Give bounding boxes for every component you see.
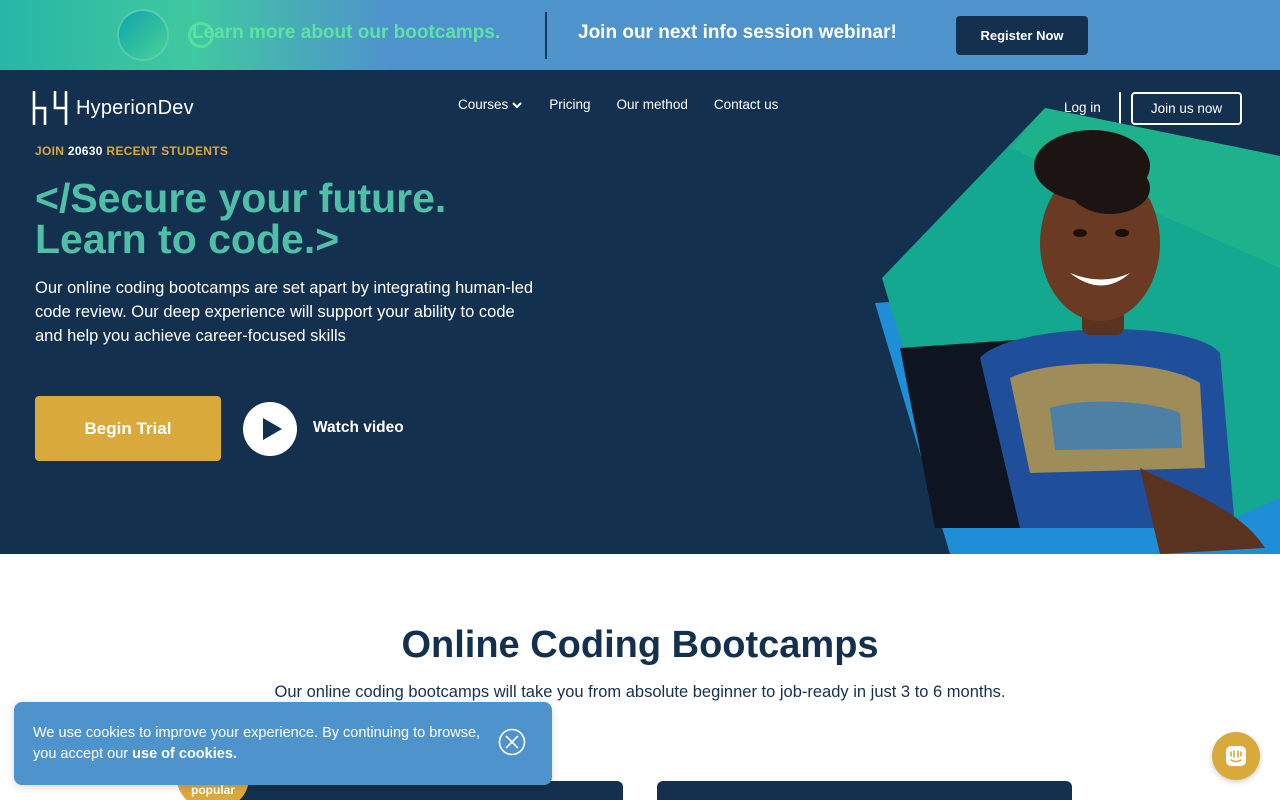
chevron-down-icon (512, 101, 522, 108)
cookie-banner: We use cookies to improve your experienc… (14, 702, 552, 785)
play-icon (263, 418, 282, 440)
students-count: 20630 (67, 144, 103, 158)
eyebrow-prefix: JOIN (35, 144, 68, 158)
section-title: Online Coding Bootcamps (401, 624, 879, 666)
promo-dot-decoration (119, 11, 167, 59)
nav-pricing[interactable]: Pricing (549, 97, 590, 112)
promo-webinar-text: Join our next info session webinar! (578, 22, 897, 43)
nav-courses[interactable]: Courses (458, 97, 523, 112)
cookie-policy-link[interactable]: use of cookies. (132, 746, 237, 762)
bootcamp-card[interactable] (657, 781, 1072, 800)
hero-student-image (875, 108, 1280, 554)
nav-courses-label: Courses (458, 97, 509, 112)
chat-icon (1226, 746, 1246, 766)
eyebrow-suffix: RECENT STUDENTS (102, 144, 229, 158)
hero-section: HyperionDev Courses Pricing Our method C… (0, 70, 1280, 554)
nav-contact-us[interactable]: Contact us (714, 97, 779, 112)
promo-bar: Learn more about our bootcamps. Join our… (0, 0, 1280, 70)
promo-divider (545, 12, 547, 59)
chat-launcher-button[interactable] (1212, 732, 1260, 780)
brand-name: HyperionDev (76, 96, 194, 119)
headline-line-2: Learn to code.> (35, 216, 340, 262)
logo-icon (32, 91, 68, 125)
cookie-message-text: We use cookies to improve your experienc… (33, 725, 481, 762)
hero-description: Our online coding bootcamps are set apar… (35, 279, 534, 345)
play-video-button[interactable] (243, 402, 297, 456)
section-subtitle: Our online coding bootcamps will take yo… (274, 683, 1006, 701)
nav-our-method[interactable]: Our method (617, 97, 688, 112)
watch-video-link[interactable]: Watch video (313, 419, 404, 437)
close-icon[interactable] (498, 728, 526, 756)
register-now-button[interactable]: Register Now (956, 16, 1088, 55)
promo-learn-more-link[interactable]: Learn more about our bootcamps. (192, 22, 500, 44)
hero-headline: </Secure your future. Learn to code.> (35, 178, 446, 260)
begin-trial-button[interactable]: Begin Trial (35, 396, 221, 461)
cookie-message: We use cookies to improve your experienc… (33, 723, 483, 765)
main-nav: Courses Pricing Our method Contact us (458, 97, 778, 112)
headline-line-1: </Secure your future. (35, 175, 447, 221)
brand-logo[interactable]: HyperionDev (32, 89, 194, 127)
students-count-eyebrow: JOIN 20630 RECENT STUDENTS (35, 144, 228, 158)
